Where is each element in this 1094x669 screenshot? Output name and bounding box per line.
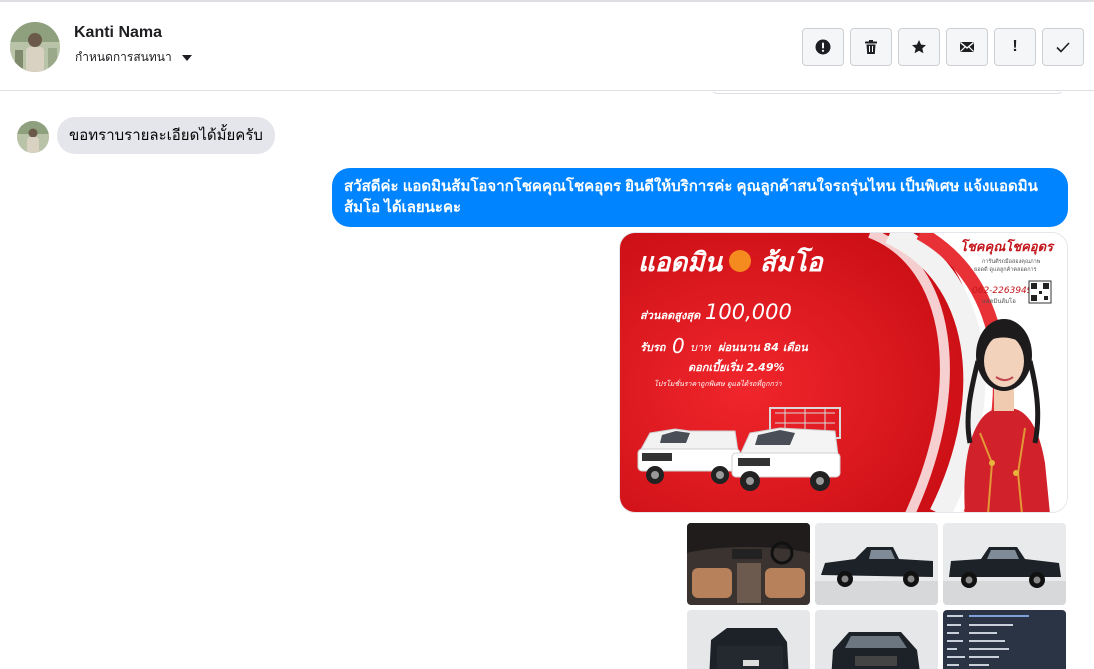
envelope-icon (960, 42, 974, 52)
promo-admin-title: แอดมิน (638, 248, 723, 278)
orange-icon (729, 250, 751, 272)
promo-admin-line: แอดมินส้มโอ (982, 297, 1016, 305)
contact-avatar[interactable] (10, 22, 60, 72)
message-thread[interactable]: ขอทราบรายละเอียดได้มั้ยครับ สวัสดีค่ะ แอ… (0, 92, 1094, 669)
assign-label: กำหนดการสนทนา (75, 50, 172, 64)
follow-up-button[interactable]: ! (994, 28, 1036, 66)
promo-brand: โชคคุณโชคอุดร (960, 238, 1055, 255)
car-photo-rear[interactable] (687, 610, 810, 669)
previous-message-edge (710, 92, 1065, 94)
promo-brand-sub1: การันตีรถมือสองคุณภาพ (982, 258, 1041, 265)
conversation-header: Kanti Nama กำหนดการสนทนา ! (0, 2, 1094, 91)
car-photo-side-2[interactable] (943, 523, 1066, 605)
exclamation-icon: ! (1012, 38, 1018, 55)
caret-down-icon (181, 54, 192, 61)
incoming-message[interactable]: ขอทราบรายละเอียดได้มั้ยครับ (57, 117, 275, 154)
star-icon (912, 40, 926, 54)
car-photo-side-1[interactable] (815, 523, 938, 605)
delete-button[interactable] (850, 28, 892, 66)
car-photo-interior[interactable] (687, 523, 810, 605)
promo-admin-name: ส้มโอ (760, 246, 824, 278)
sender-avatar (17, 121, 49, 153)
action-toolbar: ! (802, 28, 1084, 66)
promo-discount-value: 100,000 (705, 300, 792, 324)
trash-icon (865, 40, 877, 54)
check-icon (1056, 42, 1070, 53)
promo-phone: 062-2263949 (972, 286, 1033, 296)
car-spec-sheet[interactable] (943, 610, 1066, 669)
promo-interest: ดอกเบี้ยเริ่ม 2.49% (688, 359, 785, 374)
contact-name[interactable]: Kanti Nama (74, 24, 162, 42)
promo-down-label: รับรถ (640, 341, 667, 354)
qr-code-icon (1028, 280, 1052, 304)
mark-unread-button[interactable] (946, 28, 988, 66)
promo-brand-sub2: ยอดดี ดูแลลูกค้าตลอดการ (974, 266, 1037, 273)
alert-circle-icon (815, 39, 831, 55)
promo-down-unit: บาท (690, 341, 711, 354)
car-photo-front[interactable] (815, 610, 938, 669)
promo-down-value: 0 (672, 334, 685, 358)
mark-done-button[interactable] (1042, 28, 1084, 66)
promo-installment: ผ่อนนาน 84 เดือน (718, 341, 808, 354)
outgoing-message[interactable]: สวัสดีค่ะ แอดมินส้มโอจากโชคคุณโชคอุดร ยิ… (332, 168, 1068, 227)
spam-button[interactable] (802, 28, 844, 66)
star-button[interactable] (898, 28, 940, 66)
promo-fineprint: โปรโมชั่นราคาถูกพิเศษ ดูแลได้รถที่ถูกกว่… (654, 378, 783, 388)
assign-conversation-dropdown[interactable]: กำหนดการสนทนา (75, 48, 192, 67)
promo-discount-label: ส่วนลดสูงสุด (640, 309, 701, 323)
promo-image[interactable]: แอดมิน ส้มโอ ส่วนลดสูงสุด 100,000 รับรถ … (619, 232, 1068, 513)
